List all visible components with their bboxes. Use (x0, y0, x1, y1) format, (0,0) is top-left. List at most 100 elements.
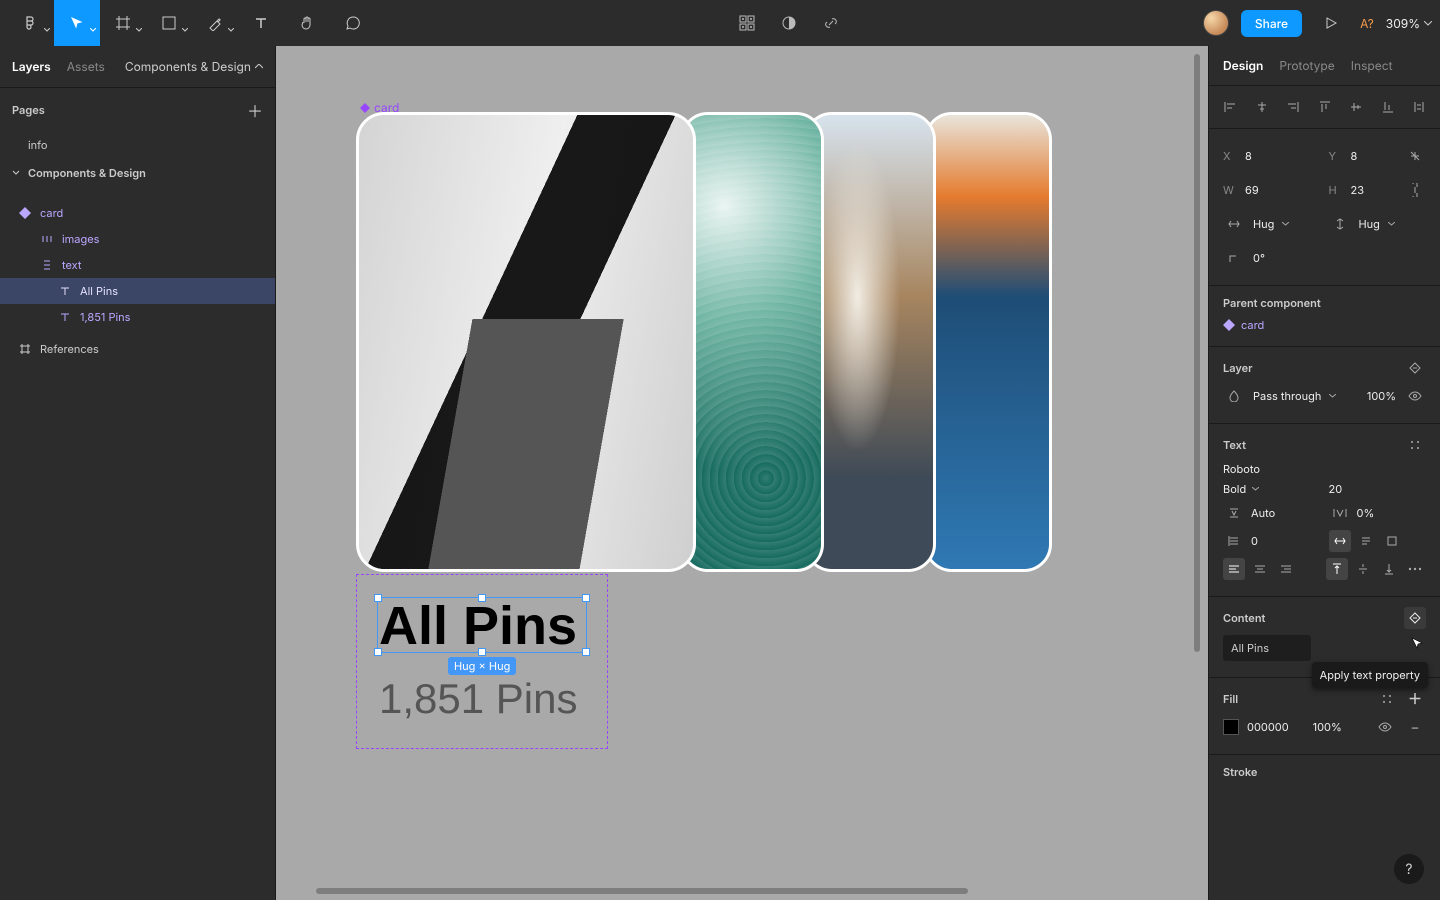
layer-references[interactable]: References (0, 336, 275, 362)
align-vcenter-icon[interactable] (1343, 94, 1369, 120)
figma-menu-button[interactable] (8, 0, 54, 46)
frame-icon (18, 342, 32, 356)
layer-all-pins[interactable]: All Pins (0, 278, 275, 304)
align-hcenter-icon[interactable] (1249, 94, 1275, 120)
link-icon[interactable] (814, 6, 848, 40)
file-switcher[interactable]: Components & Design (125, 59, 263, 74)
w-value[interactable]: 69 (1245, 183, 1259, 197)
page-item-info[interactable]: info (0, 132, 275, 158)
add-page-button[interactable]: ＋ (247, 98, 263, 122)
tab-layers[interactable]: Layers (12, 59, 51, 74)
horizontal-scrollbar[interactable] (316, 888, 968, 894)
rotation-value[interactable]: 0° (1253, 251, 1265, 265)
canvas[interactable]: card Hug × Hug All Pins 1,851 Pins (276, 46, 1208, 900)
cursor-icon (1410, 636, 1426, 652)
align-top-icon[interactable] (1312, 94, 1338, 120)
comment-tool-button[interactable] (330, 0, 376, 46)
auto-height-icon[interactable] (1355, 530, 1377, 552)
parent-component-link[interactable]: card (1223, 314, 1426, 336)
text-style-icon[interactable] (1404, 434, 1426, 456)
paragraph-spacing-icon (1223, 530, 1245, 552)
font-weight[interactable]: Bold (1223, 482, 1246, 496)
pen-tool-button[interactable] (192, 0, 238, 46)
constrain-proportions-icon[interactable] (1404, 179, 1426, 201)
layer-text[interactable]: text (0, 252, 275, 278)
layer-opacity[interactable]: 100% (1367, 389, 1396, 403)
page-item-components[interactable]: Components & Design (0, 158, 275, 188)
zoom-dropdown[interactable]: 309% (1386, 16, 1432, 31)
tab-inspect[interactable]: Inspect (1351, 58, 1393, 73)
w-label: W (1223, 183, 1237, 197)
content-value-field[interactable]: All Pins (1223, 635, 1311, 661)
align-bottom-icon[interactable] (1375, 94, 1401, 120)
hresize-icon (1223, 213, 1245, 235)
text-autolayout-frame[interactable]: Hug × Hug All Pins 1,851 Pins (356, 574, 608, 749)
hug-y[interactable]: Hug (1359, 217, 1380, 231)
font-size[interactable]: 20 (1329, 482, 1343, 496)
x-value[interactable]: 8 (1245, 149, 1252, 163)
avatar[interactable] (1203, 10, 1229, 36)
move-tool-button[interactable] (54, 0, 100, 46)
tab-prototype[interactable]: Prototype (1279, 58, 1334, 73)
letter-spacing-icon (1329, 502, 1351, 524)
title-text[interactable]: All Pins (379, 599, 585, 653)
layer-style-icon[interactable] (1404, 357, 1426, 379)
shape-tool-button[interactable] (146, 0, 192, 46)
align-left-icon[interactable] (1217, 94, 1243, 120)
visibility-icon[interactable] (1404, 385, 1426, 407)
card-component-preview[interactable] (356, 112, 1056, 572)
fill-opacity[interactable]: 100% (1313, 720, 1342, 734)
layer-images[interactable]: images (0, 226, 275, 252)
tab-design[interactable]: Design (1223, 58, 1263, 73)
fill-visibility-icon[interactable] (1374, 716, 1396, 738)
y-value[interactable]: 8 (1351, 149, 1358, 163)
autolayout-badge[interactable]: A? (1360, 16, 1374, 31)
layer-pins-count[interactable]: 1,851 Pins (0, 304, 275, 330)
align-to-pixel-icon[interactable] (1404, 145, 1426, 167)
layer-card[interactable]: card (0, 200, 275, 226)
blend-mode[interactable]: Pass through (1253, 389, 1321, 403)
layer-section-title: Layer (1223, 361, 1253, 375)
text-align-middle-icon[interactable] (1352, 558, 1374, 580)
frame-tool-button[interactable] (100, 0, 146, 46)
fill-hex[interactable]: 000000 (1247, 720, 1289, 734)
line-height[interactable]: Auto (1251, 506, 1275, 520)
parent-component-title: Parent component (1223, 296, 1321, 310)
hand-tool-button[interactable] (284, 0, 330, 46)
rotation-icon (1223, 247, 1245, 269)
distribute-icon[interactable] (1406, 94, 1432, 120)
font-family[interactable]: Roboto (1223, 462, 1260, 476)
vertical-scrollbar[interactable] (1194, 54, 1200, 652)
text-layer-icon (58, 284, 72, 298)
auto-width-icon[interactable] (1329, 530, 1351, 552)
text-align-left-icon[interactable] (1223, 558, 1245, 580)
text-align-top-icon[interactable] (1326, 558, 1348, 580)
text-more-icon[interactable] (1404, 558, 1426, 580)
tab-assets[interactable]: Assets (67, 59, 105, 74)
text-align-bottom-icon[interactable] (1378, 558, 1400, 580)
share-button[interactable]: Share (1241, 10, 1302, 37)
apply-text-property-button[interactable] (1404, 607, 1426, 629)
line-height-icon (1223, 502, 1245, 524)
text-align-center-icon[interactable] (1249, 558, 1271, 580)
h-value[interactable]: 23 (1351, 183, 1365, 197)
y-label: Y (1329, 149, 1343, 163)
component-icon (18, 206, 32, 220)
hug-x[interactable]: Hug (1253, 217, 1274, 231)
help-button[interactable]: ? (1394, 854, 1424, 884)
paragraph-spacing[interactable]: 0 (1251, 534, 1258, 548)
mask-mode-icon[interactable] (772, 6, 806, 40)
subtitle-text[interactable]: 1,851 Pins (379, 675, 585, 723)
fill-swatch[interactable] (1223, 719, 1239, 735)
stroke-section-title: Stroke (1223, 765, 1257, 779)
align-right-icon[interactable] (1280, 94, 1306, 120)
fill-style-icon[interactable] (1376, 688, 1398, 710)
present-button[interactable] (1314, 6, 1348, 40)
fixed-size-icon[interactable] (1381, 530, 1403, 552)
add-fill-button[interactable]: ＋ (1404, 688, 1426, 710)
remove-fill-button[interactable]: − (1404, 716, 1426, 738)
text-tool-button[interactable] (238, 0, 284, 46)
text-align-right-icon[interactable] (1275, 558, 1297, 580)
component-mode-icon[interactable] (730, 6, 764, 40)
letter-spacing[interactable]: 0% (1357, 506, 1375, 520)
